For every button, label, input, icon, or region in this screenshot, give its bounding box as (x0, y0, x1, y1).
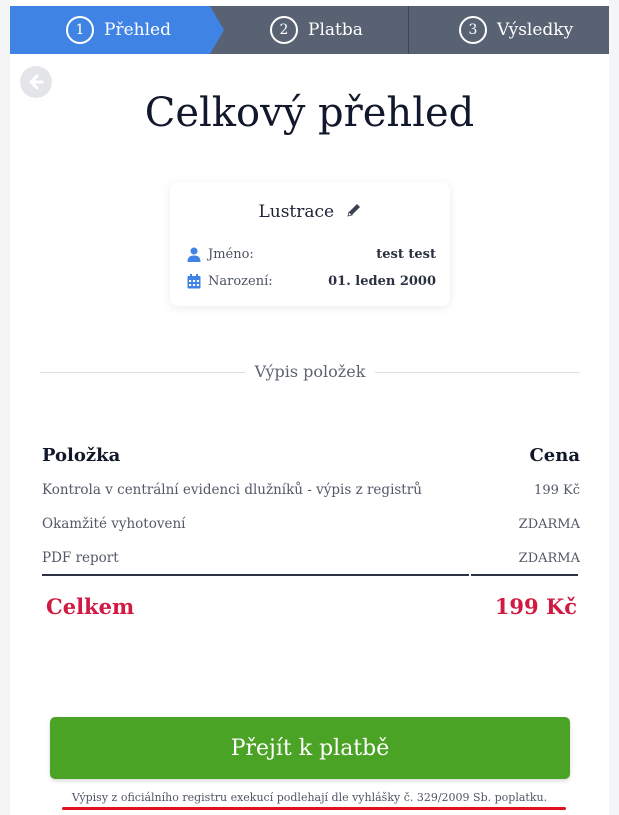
step-label: Platba (308, 20, 363, 40)
step-label: Přehled (104, 20, 171, 40)
stepper: 1 Přehled 2 Platba 3 Výsledky (10, 6, 609, 54)
step-number: 3 (459, 16, 487, 44)
note-underline (62, 807, 566, 810)
row-item: Kontrola v centrální evidenci dlužníků -… (42, 482, 422, 498)
birth-label: Narození: (208, 273, 273, 289)
calendar-icon (186, 273, 202, 289)
card-title: Lustrace (170, 202, 450, 223)
step-number: 2 (270, 16, 298, 44)
summary-card: Lustrace Jméno: test test Narození: 01. … (170, 182, 450, 306)
page: 1 Přehled 2 Platba 3 Výsledky Celkový př… (10, 0, 609, 815)
table-rule (471, 574, 578, 576)
name-label: Jméno: (208, 246, 254, 262)
divider-line (375, 372, 580, 373)
table-header: Položka Cena (42, 440, 580, 470)
items-table: Položka Cena Kontrola v centrální eviden… (42, 440, 580, 576)
user-icon (186, 246, 202, 262)
row-item: PDF report (42, 550, 119, 566)
step-payment[interactable]: 2 Platba (210, 6, 409, 54)
arrow-left-icon (29, 74, 44, 90)
total-row: Celkem 199 Kč (46, 590, 577, 622)
table-row: Okamžité vyhotovení ZDARMA (42, 507, 580, 541)
total-label: Celkem (46, 593, 135, 619)
table-row: PDF report ZDARMA (42, 541, 580, 575)
card-title-text: Lustrace (258, 202, 335, 222)
row-price: ZDARMA (518, 550, 580, 566)
step-results[interactable]: 3 Výsledky (409, 6, 609, 54)
pay-button[interactable]: Přejít k platbě (50, 717, 570, 779)
birth-row: Narození: 01. leden 2000 (186, 271, 436, 291)
page-title: Celkový přehled (144, 90, 475, 136)
pencil-icon[interactable] (346, 202, 362, 223)
name-row: Jméno: test test (186, 244, 436, 264)
step-number: 1 (66, 16, 94, 44)
items-divider: Výpis položek (40, 362, 580, 382)
name-value: test test (376, 246, 436, 262)
row-item: Okamžité vyhotovení (42, 516, 186, 532)
birth-value: 01. leden 2000 (328, 273, 436, 289)
row-price: 199 Kč (534, 482, 580, 498)
table-rule (42, 574, 469, 576)
total-amount: 199 Kč (494, 593, 577, 619)
table-row: Kontrola v centrální evidenci dlužníků -… (42, 473, 580, 507)
step-label: Výsledky (497, 20, 574, 40)
step-overview[interactable]: 1 Přehled (10, 6, 224, 54)
column-header-item: Položka (42, 444, 121, 466)
fee-note: Výpisy z oficiálního registru exekucí po… (71, 791, 548, 804)
column-header-price: Cena (529, 444, 580, 466)
row-price: ZDARMA (518, 516, 580, 532)
